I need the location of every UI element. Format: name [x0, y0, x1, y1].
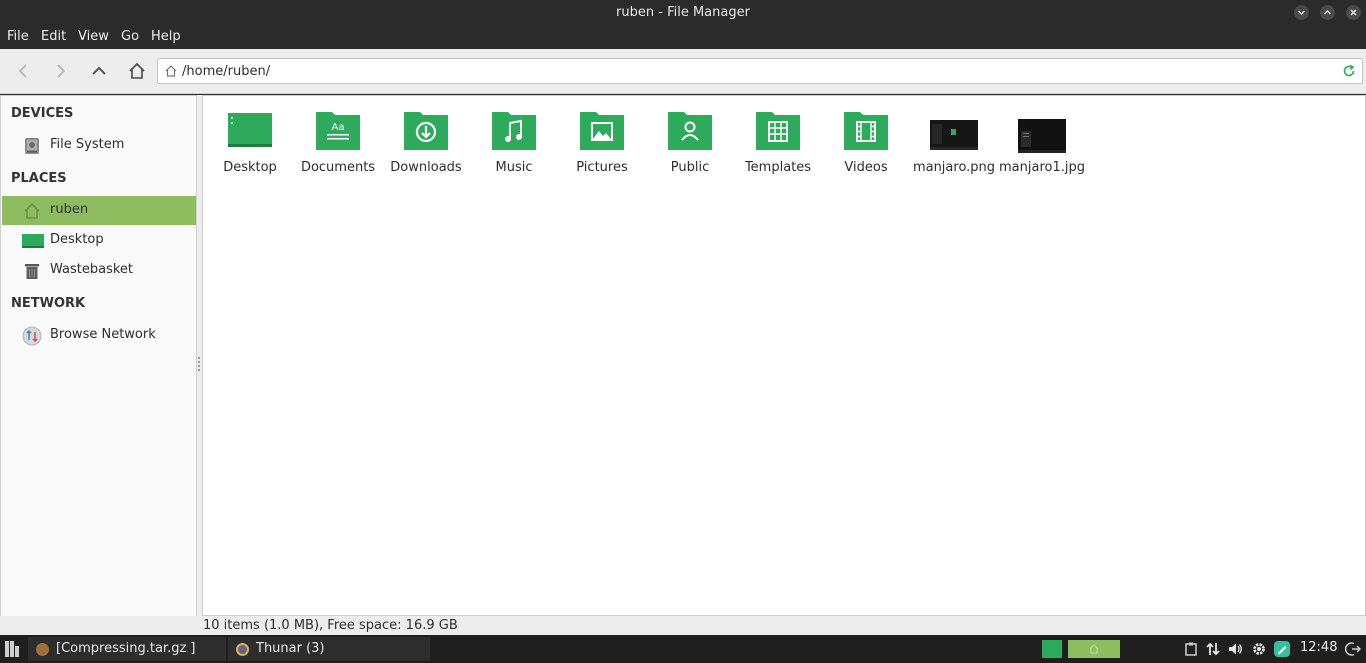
sidebar-item-label: Desktop: [50, 232, 104, 247]
workspace-1[interactable]: [1042, 640, 1062, 658]
menubar: File Edit View Go Help: [0, 25, 1366, 49]
image-thumbnail: [1018, 119, 1066, 153]
menu-go[interactable]: Go: [121, 29, 139, 44]
app-menu-icon[interactable]: [5, 641, 19, 657]
trash-icon: [25, 264, 39, 279]
sidebar-item-file-system[interactable]: File System: [2, 131, 196, 160]
location-home-icon: [165, 65, 177, 77]
pamac-updates-icon[interactable]: [1274, 641, 1290, 657]
file-item-documents[interactable]: Aa Documents: [294, 106, 382, 186]
music-folder-icon: [492, 112, 536, 150]
statusbar: 10 items (1.0 MB), Free space: 16.9 GB: [0, 616, 1366, 635]
home-button[interactable]: [125, 59, 149, 83]
task-label: [Compressing.tar.gz ]: [56, 641, 196, 656]
pictures-folder-icon: [580, 112, 624, 150]
window-title: ruben - File Manager: [616, 5, 750, 20]
sidebar-item-label: Wastebasket: [50, 262, 134, 277]
maximize-icon[interactable]: [1320, 5, 1335, 20]
thunar-app-icon: [236, 643, 249, 656]
templates-folder-icon: [756, 112, 800, 150]
sidebar-heading-network: NETWORK: [11, 296, 86, 311]
network-icon: [22, 326, 42, 346]
downloads-folder-icon: [404, 112, 448, 150]
image-thumbnail: [930, 120, 978, 150]
sidebar-item-wastebasket[interactable]: Wastebasket: [2, 256, 196, 285]
file-item-downloads[interactable]: Downloads: [382, 106, 470, 186]
menu-file[interactable]: File: [7, 29, 29, 44]
sidebar-item-label: File System: [50, 137, 125, 152]
file-item-videos[interactable]: Videos: [822, 106, 910, 186]
documents-folder-icon: Aa: [316, 112, 360, 150]
chevron-up-icon: [92, 66, 106, 75]
svg-text:Aa: Aa: [332, 122, 345, 133]
file-name: Templates: [744, 160, 812, 175]
file-name: Downloads: [390, 160, 462, 175]
chevron-right-icon: [57, 64, 66, 78]
file-item-public[interactable]: Public: [646, 106, 734, 186]
up-button[interactable]: [87, 59, 111, 83]
sidebar-item-label: Browse Network: [50, 327, 156, 342]
taskbar: [Compressing.tar.gz ] Thunar (3) 12:48: [0, 635, 1366, 663]
clock[interactable]: 12:48: [1300, 640, 1337, 655]
forward-button[interactable]: [48, 59, 72, 83]
public-folder-icon: [668, 112, 712, 150]
sidebar-item-label: ruben: [50, 202, 89, 217]
file-item-pictures[interactable]: Pictures: [558, 106, 646, 186]
task-compressing[interactable]: [Compressing.tar.gz ]: [28, 637, 226, 661]
minimize-icon[interactable]: [1294, 5, 1309, 20]
file-item-manjaro-png[interactable]: manjaro.png: [910, 106, 998, 186]
file-name: Documents: [300, 160, 376, 175]
home-icon: [129, 62, 145, 79]
volume-icon[interactable]: [1227, 641, 1243, 657]
window-titlebar: ruben - File Manager: [0, 0, 1366, 25]
logout-icon[interactable]: [1345, 641, 1361, 657]
toolbar: /home/ruben/: [0, 49, 1366, 94]
location-bar[interactable]: /home/ruben/: [157, 58, 1363, 84]
workspace-2[interactable]: [1068, 640, 1120, 658]
menu-help[interactable]: Help: [151, 29, 181, 44]
status-text: 10 items (1.0 MB), Free space: 16.9 GB: [203, 618, 458, 633]
videos-folder-icon: [844, 112, 888, 150]
file-name: Pictures: [576, 160, 628, 175]
sidebar-item-desktop[interactable]: Desktop: [2, 226, 196, 255]
file-name: manjaro.png: [912, 160, 996, 175]
close-icon[interactable]: [1346, 5, 1361, 20]
file-name: Public: [670, 160, 710, 175]
clipboard-icon[interactable]: [1183, 641, 1199, 657]
network-transfer-icon[interactable]: [1205, 641, 1221, 657]
back-button[interactable]: [12, 59, 36, 83]
file-name: Music: [495, 160, 533, 175]
file-name: manjaro1.jpg: [999, 160, 1085, 175]
sidebar: DEVICES File System PLACES ruben Desktop…: [0, 95, 197, 635]
sidebar-heading-places: PLACES: [11, 171, 67, 186]
task-label: Thunar (3): [256, 641, 325, 656]
task-thunar[interactable]: Thunar (3): [228, 637, 430, 661]
harddisk-icon: [25, 138, 39, 154]
file-item-manjaro1-jpg[interactable]: manjaro1.jpg: [998, 106, 1086, 186]
file-item-templates[interactable]: Templates: [734, 106, 822, 186]
reload-icon[interactable]: [1342, 64, 1356, 78]
file-item-desktop[interactable]: Desktop: [206, 106, 294, 186]
file-name: Desktop: [223, 160, 277, 175]
menu-view[interactable]: View: [78, 29, 109, 44]
archive-app-icon: [36, 643, 49, 656]
sidebar-heading-devices: DEVICES: [11, 106, 74, 121]
desktop-folder-icon: [228, 113, 272, 147]
settings-gear-icon[interactable]: [1251, 641, 1267, 657]
sidebar-item-browse-network[interactable]: Browse Network: [2, 321, 196, 350]
file-item-music[interactable]: Music: [470, 106, 558, 186]
file-name: Videos: [844, 160, 888, 175]
home-icon: [24, 202, 40, 219]
location-input[interactable]: /home/ruben/: [182, 64, 270, 79]
sidebar-item-ruben[interactable]: ruben: [2, 196, 196, 225]
desktop-icon: [22, 234, 44, 248]
chevron-left-icon: [18, 64, 27, 78]
file-icon-view: Desktop Aa Documents Downloads Music Pic…: [202, 95, 1366, 616]
menu-edit[interactable]: Edit: [41, 29, 66, 44]
